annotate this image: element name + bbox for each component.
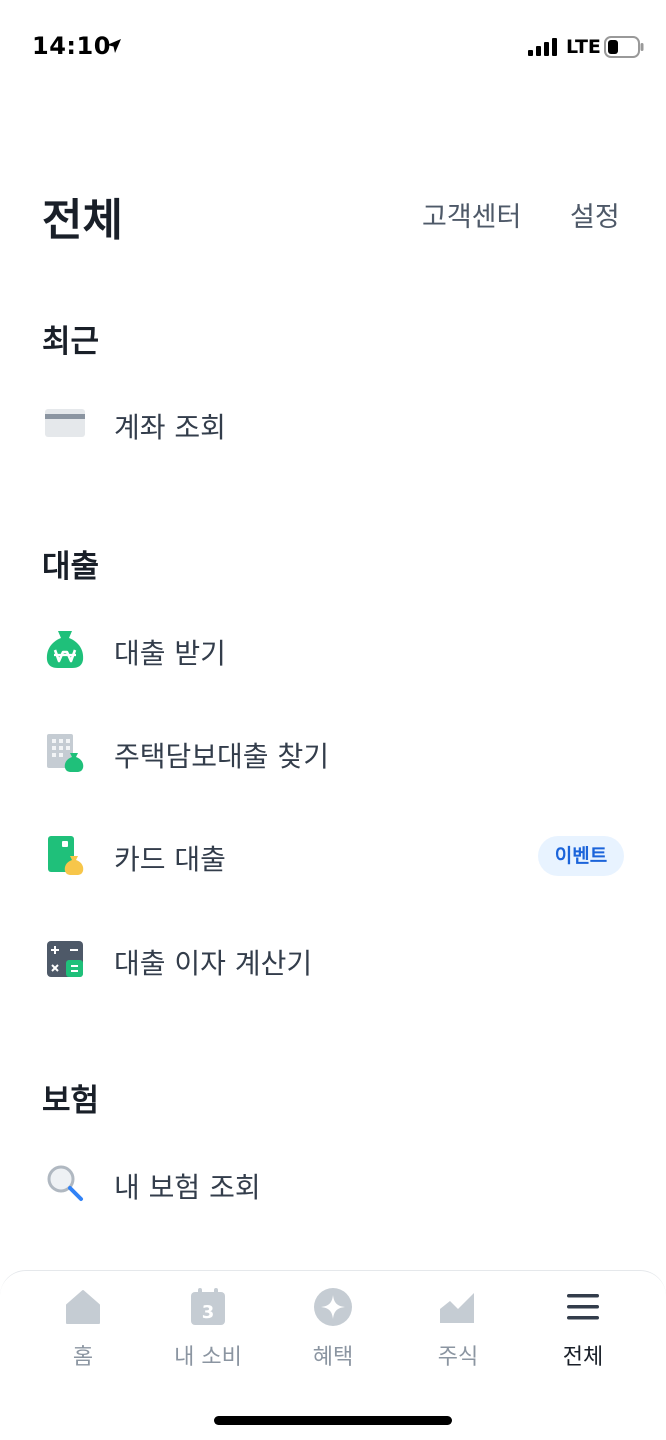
battery-icon bbox=[604, 36, 644, 58]
search-icon bbox=[47, 1165, 83, 1201]
calendar-icon: 3 bbox=[191, 1288, 225, 1325]
nav-home[interactable]: 홈 bbox=[28, 1283, 138, 1373]
status-bar: 14:10 LTE bbox=[0, 0, 666, 96]
menu-item-my-insurance[interactable]: 내 보험 조회 bbox=[0, 1144, 666, 1224]
sparkle-icon bbox=[314, 1288, 352, 1326]
menu-item-interest-calculator[interactable]: 대출 이자 계산기 bbox=[0, 920, 666, 1000]
location-arrow-icon bbox=[107, 39, 121, 53]
page-title: 전체 bbox=[42, 195, 123, 246]
section-title-loan: 대출 bbox=[42, 549, 100, 585]
section-title-insurance: 보험 bbox=[42, 1083, 100, 1119]
bottom-navigation: 홈 3 내 소비 혜택 주식 전체 bbox=[0, 1270, 666, 1440]
nav-benefits[interactable]: 혜택 bbox=[278, 1283, 388, 1373]
home-icon bbox=[66, 1290, 100, 1324]
menu-item-mortgage-search[interactable]: 주택담보대출 찾기 bbox=[0, 713, 666, 793]
card-loan-icon bbox=[48, 836, 84, 875]
menu-item-label: 주택담보대출 찾기 bbox=[114, 740, 329, 773]
settings-link[interactable]: 설정 bbox=[570, 195, 620, 234]
nav-label: 전체 bbox=[562, 1345, 604, 1370]
menu-item-card-loan[interactable]: 카드 대출 이벤트 bbox=[0, 816, 666, 896]
customer-center-link[interactable]: 고객센터 bbox=[422, 195, 521, 234]
menu-item-label: 내 보험 조회 bbox=[114, 1171, 261, 1204]
calculator-icon bbox=[47, 941, 83, 977]
building-loan-icon bbox=[47, 734, 84, 772]
signal-icon bbox=[528, 38, 557, 56]
nav-label: 주식 bbox=[437, 1345, 479, 1370]
menu-icon bbox=[567, 1294, 599, 1320]
nav-stocks[interactable]: 주식 bbox=[403, 1283, 513, 1373]
nav-all[interactable]: 전체 bbox=[528, 1283, 638, 1373]
network-type: LTE bbox=[566, 36, 601, 58]
home-indicator bbox=[214, 1416, 452, 1425]
menu-item-label: 계좌 조회 bbox=[114, 411, 226, 444]
status-time: 14:10 bbox=[32, 32, 111, 60]
nav-label: 혜택 bbox=[312, 1345, 354, 1370]
svg-text:3: 3 bbox=[202, 1302, 215, 1323]
menu-item-label: 카드 대출 bbox=[114, 843, 226, 876]
menu-item-label: 대출 이자 계산기 bbox=[114, 947, 313, 980]
nav-my-spending[interactable]: 3 내 소비 bbox=[153, 1283, 263, 1373]
menu-item-label: 대출 받기 bbox=[114, 637, 226, 670]
card-icon bbox=[45, 409, 85, 437]
menu-item-account-inquiry[interactable]: 계좌 조회 bbox=[0, 384, 666, 464]
event-badge: 이벤트 bbox=[538, 836, 624, 876]
nav-label: 내 소비 bbox=[174, 1345, 242, 1370]
money-bag-won-icon bbox=[46, 631, 84, 668]
stock-chart-icon bbox=[440, 1293, 474, 1323]
menu-item-get-loan[interactable]: 대출 받기 bbox=[0, 610, 666, 690]
section-title-recent: 최근 bbox=[42, 324, 100, 360]
nav-label: 홈 bbox=[72, 1345, 94, 1370]
